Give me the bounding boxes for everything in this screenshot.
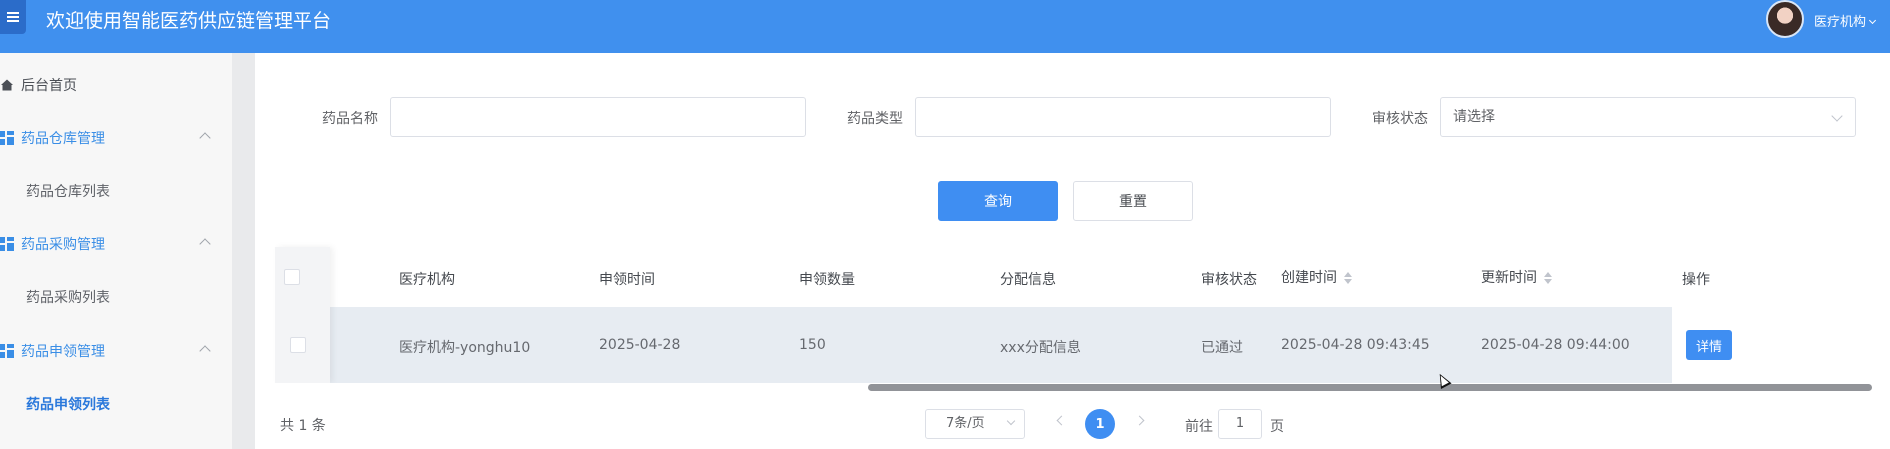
sort-icon[interactable] [1543,271,1553,285]
sidebar-group-purchase[interactable]: 药品采购管理 [0,229,232,259]
sidebar-group-label: 药品申领管理 [21,344,105,360]
pagination-total: 共 1 条 [280,418,326,434]
status-select-value: 请选择 [1453,109,1495,125]
drug-name-input[interactable] [390,97,806,137]
status-label: 审核状态 [1372,111,1428,127]
drug-type-input[interactable] [915,97,1331,137]
column-header-updated[interactable]: 更新时间 [1481,267,1553,287]
grid-icon [0,344,14,358]
menu-toggle-button[interactable] [0,0,26,34]
column-header-created[interactable]: 创建时间 [1281,267,1353,287]
chevron-down-icon [1006,416,1016,426]
drug-name-label: 药品名称 [322,111,378,127]
column-header-status: 审核状态 [1201,272,1257,288]
sidebar-group-warehouse[interactable]: 药品仓库管理 [0,123,232,153]
column-header-institution: 医疗机构 [399,272,455,288]
sidebar-item-home[interactable]: 后台首页 [0,70,232,100]
chevron-up-icon [199,345,211,357]
query-button[interactable]: 查询 [938,181,1058,221]
page-size-select[interactable]: 7条/页 [925,409,1025,439]
table-header [275,247,1870,305]
avatar[interactable] [1766,0,1804,38]
grid-icon [0,237,14,251]
sort-icon[interactable] [1343,271,1353,285]
sidebar-item-purchase-list[interactable]: 药品采购列表 [0,282,232,312]
chevron-up-icon [199,132,211,144]
column-header-allocation: 分配信息 [1000,272,1056,288]
cell-updated: 2025-04-28 09:44:00 [1481,337,1630,353]
cell-status: 已通过 [1201,340,1243,356]
sidebar-divider [232,53,255,449]
chevron-down-icon [1868,16,1877,25]
goto-prefix: 前往 [1185,419,1213,435]
row-checkbox[interactable] [290,337,306,353]
grid-icon [0,131,14,145]
table-fixed-left [275,247,330,383]
top-header: 欢迎使用智能医药供应链管理平台 医疗机构 [0,0,1890,53]
cell-institution: 医疗机构-yonghu10 [399,340,531,356]
column-header-quantity: 申领数量 [799,272,855,288]
user-menu[interactable]: 医疗机构 [1814,11,1877,30]
goto-page-input[interactable]: 1 [1218,409,1262,439]
sidebar-item-label: 药品仓库列表 [26,184,110,200]
app-title: 欢迎使用智能医药供应链管理平台 [46,10,332,32]
cell-allocation: xxx分配信息 [1000,340,1081,356]
sidebar-item-label: 药品采购列表 [26,290,110,306]
user-name: 医疗机构 [1814,15,1867,30]
hamburger-icon [7,16,19,18]
sidebar-item-claim-list[interactable]: 药品申领列表 [0,389,232,419]
sidebar-item-label: 后台首页 [21,78,77,94]
sidebar-item-label: 药品申领列表 [26,397,110,413]
page-number-current[interactable]: 1 [1085,409,1115,439]
cell-apply-time: 2025-04-28 [599,337,681,353]
sidebar-group-label: 药品采购管理 [21,237,105,253]
cell-quantity: 150 [799,337,826,353]
home-icon [1,79,13,91]
reset-button[interactable]: 重置 [1073,181,1193,221]
column-header-label: 创建时间 [1281,270,1337,286]
drug-type-label: 药品类型 [847,111,903,127]
sidebar-group-claim[interactable]: 药品申领管理 [0,336,232,366]
page-size-value: 7条/页 [946,416,985,431]
cell-created: 2025-04-28 09:43:45 [1281,337,1430,353]
sidebar-item-warehouse-list[interactable]: 药品仓库列表 [0,176,232,206]
chevron-up-icon [199,238,211,250]
detail-button[interactable]: 详情 [1686,330,1732,360]
horizontal-scrollbar-thumb[interactable] [868,384,1872,391]
column-header-label: 更新时间 [1481,270,1537,286]
select-all-checkbox[interactable] [284,269,300,285]
goto-suffix: 页 [1270,419,1284,435]
status-select[interactable]: 请选择 [1440,97,1856,137]
sidebar-group-label: 药品仓库管理 [21,131,105,147]
chevron-down-icon [1831,110,1843,122]
column-header-action: 操作 [1682,272,1710,288]
column-header-apply-time: 申领时间 [599,272,655,288]
